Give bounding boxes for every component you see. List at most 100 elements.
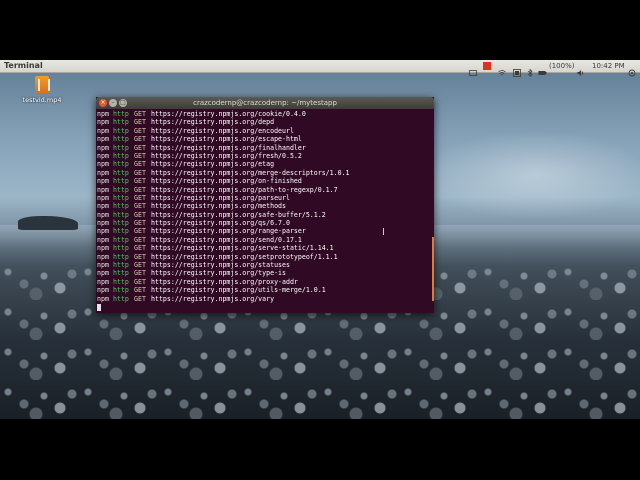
clock[interactable]: 10:42 PM (592, 60, 625, 72)
keyboard-icon[interactable] (469, 62, 477, 76)
terminal-line: npm http GET https://registry.npmjs.org/pro… (96, 278, 434, 286)
desktop-file-icon[interactable]: testvid.mp4 (20, 76, 64, 104)
terminal-npm-prefix: npm (97, 151, 109, 160)
terminal-url: https://registry.npmjs.org/encodeurl (151, 126, 294, 135)
battery-icon[interactable] (538, 62, 547, 75)
island (18, 216, 78, 230)
terminal-url: https://registry.npmjs.org/methods (151, 202, 286, 211)
terminal-url: https://registry.npmjs.org/fresh/0.5.2 (151, 151, 302, 160)
terminal-http-label: http (113, 227, 129, 236)
terminal-scrollbar[interactable] (432, 237, 434, 301)
terminal-npm-prefix: npm (97, 202, 109, 211)
bluetooth-icon[interactable] (526, 62, 534, 78)
terminal-url: https://registry.npmjs.org/qs/6.7.0 (151, 219, 290, 228)
terminal-line: npm http GET https://registry.npmjs.org/dep… (96, 118, 434, 126)
terminal-titlebar[interactable]: × – □ crazcodernp@crazcodernp: ~/mytesta… (96, 97, 434, 109)
terminal-url: https://registry.npmjs.org/escape-html (151, 135, 302, 144)
terminal-npm-prefix: npm (97, 210, 109, 219)
terminal-npm-prefix: npm (97, 294, 109, 303)
sky-glow (420, 130, 640, 220)
terminal-method: GET (134, 135, 146, 144)
terminal-line: npm http GET https://registry.npmjs.org/qs/… (96, 219, 434, 227)
terminal-npm-prefix: npm (97, 168, 109, 177)
terminal-http-label: http (113, 244, 129, 253)
terminal-method: GET (134, 277, 146, 286)
terminal-http-label: http (113, 202, 129, 211)
terminal-npm-prefix: npm (97, 185, 109, 194)
terminal-method: GET (134, 126, 146, 135)
terminal-url: https://registry.npmjs.org/parseurl (151, 193, 290, 202)
terminal-window[interactable]: × – □ crazcodernp@crazcodernp: ~/mytesta… (96, 97, 434, 313)
terminal-line: npm http GET https://registry.npmjs.org/met… (96, 202, 434, 210)
desktop-file-label: testvid.mp4 (22, 96, 62, 104)
terminal-npm-prefix: npm (97, 118, 109, 127)
terminal-http-label: http (113, 277, 129, 286)
terminal-http-label: http (113, 210, 129, 219)
terminal-line: npm http GET https://registry.npmjs.org/uti… (96, 286, 434, 294)
terminal-http-label: http (113, 193, 129, 202)
terminal-http-label: http (113, 286, 129, 295)
terminal-http-label: http (113, 269, 129, 278)
terminal-npm-prefix: npm (97, 269, 109, 278)
terminal-line: npm http GET https://registry.npmjs.org/ser… (96, 244, 434, 252)
terminal-method: GET (134, 151, 146, 160)
terminal-npm-prefix: npm (97, 126, 109, 135)
terminal-method: GET (134, 202, 146, 211)
terminal-method: GET (134, 143, 146, 152)
terminal-npm-prefix: npm (97, 286, 109, 295)
terminal-http-label: http (113, 219, 129, 228)
terminal-npm-prefix: npm (97, 143, 109, 152)
terminal-url: https://registry.npmjs.org/cookie/0.4.0 (151, 110, 306, 118)
terminal-http-label: http (113, 261, 129, 270)
terminal-npm-prefix: npm (97, 277, 109, 286)
terminal-line: npm http GET https://registry.npmjs.org/par… (96, 194, 434, 202)
terminal-cursor (97, 304, 101, 311)
terminal-npm-prefix: npm (97, 160, 109, 169)
terminal-url: https://registry.npmjs.org/type-is (151, 269, 286, 278)
terminal-method: GET (134, 269, 146, 278)
power-settings-icon[interactable] (628, 62, 636, 77)
terminal-url: https://registry.npmjs.org/serve-static/… (151, 244, 334, 253)
terminal-line: npm http GET https://registry.npmjs.org/eta… (96, 160, 434, 168)
terminal-method: GET (134, 244, 146, 253)
terminal-http-label: http (113, 143, 129, 152)
terminal-output[interactable]: npm http GET https://registry.npmjs.org/coo… (96, 109, 434, 314)
terminal-method: GET (134, 168, 146, 177)
terminal-http-label: http (113, 168, 129, 177)
terminal-method: GET (134, 160, 146, 169)
terminal-url: https://registry.npmjs.org/proxy-addr (151, 277, 298, 286)
battery-percentage: (100%) (549, 62, 575, 70)
terminal-line: npm http GET https://registry.npmjs.org/fre… (96, 152, 434, 160)
terminal-method: GET (134, 294, 146, 303)
terminal-url: https://registry.npmjs.org/path-to-regex… (151, 185, 338, 194)
volume-icon[interactable] (577, 62, 585, 76)
terminal-line: npm http GET https://registry.npmjs.org/typ… (96, 269, 434, 277)
terminal-line: npm http GET https://registry.npmjs.org/fin… (96, 144, 434, 152)
terminal-method: GET (134, 118, 146, 127)
terminal-line: npm http GET https://registry.npmjs.org/var… (96, 295, 434, 303)
terminal-title: crazcodernp@crazcodernp: ~/mytestapp (193, 99, 337, 107)
terminal-http-label: http (113, 118, 129, 127)
terminal-http-label: http (113, 110, 129, 118)
wifi-icon[interactable] (498, 62, 506, 76)
terminal-http-label: http (113, 294, 129, 303)
settings-icon[interactable] (513, 62, 521, 77)
terminal-http-label: http (113, 151, 129, 160)
terminal-line: npm http GET https://registry.npmjs.org/esc… (96, 135, 434, 143)
terminal-method: GET (134, 235, 146, 244)
terminal-method: GET (134, 219, 146, 228)
terminal-npm-prefix: npm (97, 227, 109, 236)
top-panel: Terminal (100%) 10:42 PM (0, 60, 640, 78)
video-file-icon (35, 76, 50, 94)
terminal-method: GET (134, 193, 146, 202)
terminal-url: https://registry.npmjs.org/safe-buffer/5… (151, 210, 326, 219)
terminal-url: https://registry.npmjs.org/range-parser (151, 227, 306, 236)
terminal-npm-prefix: npm (97, 235, 109, 244)
terminal-method: GET (134, 210, 146, 219)
record-icon[interactable] (483, 62, 491, 70)
terminal-url: https://registry.npmjs.org/send/0.17.1 (151, 235, 302, 244)
terminal-url: https://registry.npmjs.org/depd (151, 118, 275, 127)
terminal-http-label: http (113, 177, 129, 186)
terminal-http-label: http (113, 160, 129, 169)
terminal-url: https://registry.npmjs.org/on-finished (151, 177, 302, 186)
